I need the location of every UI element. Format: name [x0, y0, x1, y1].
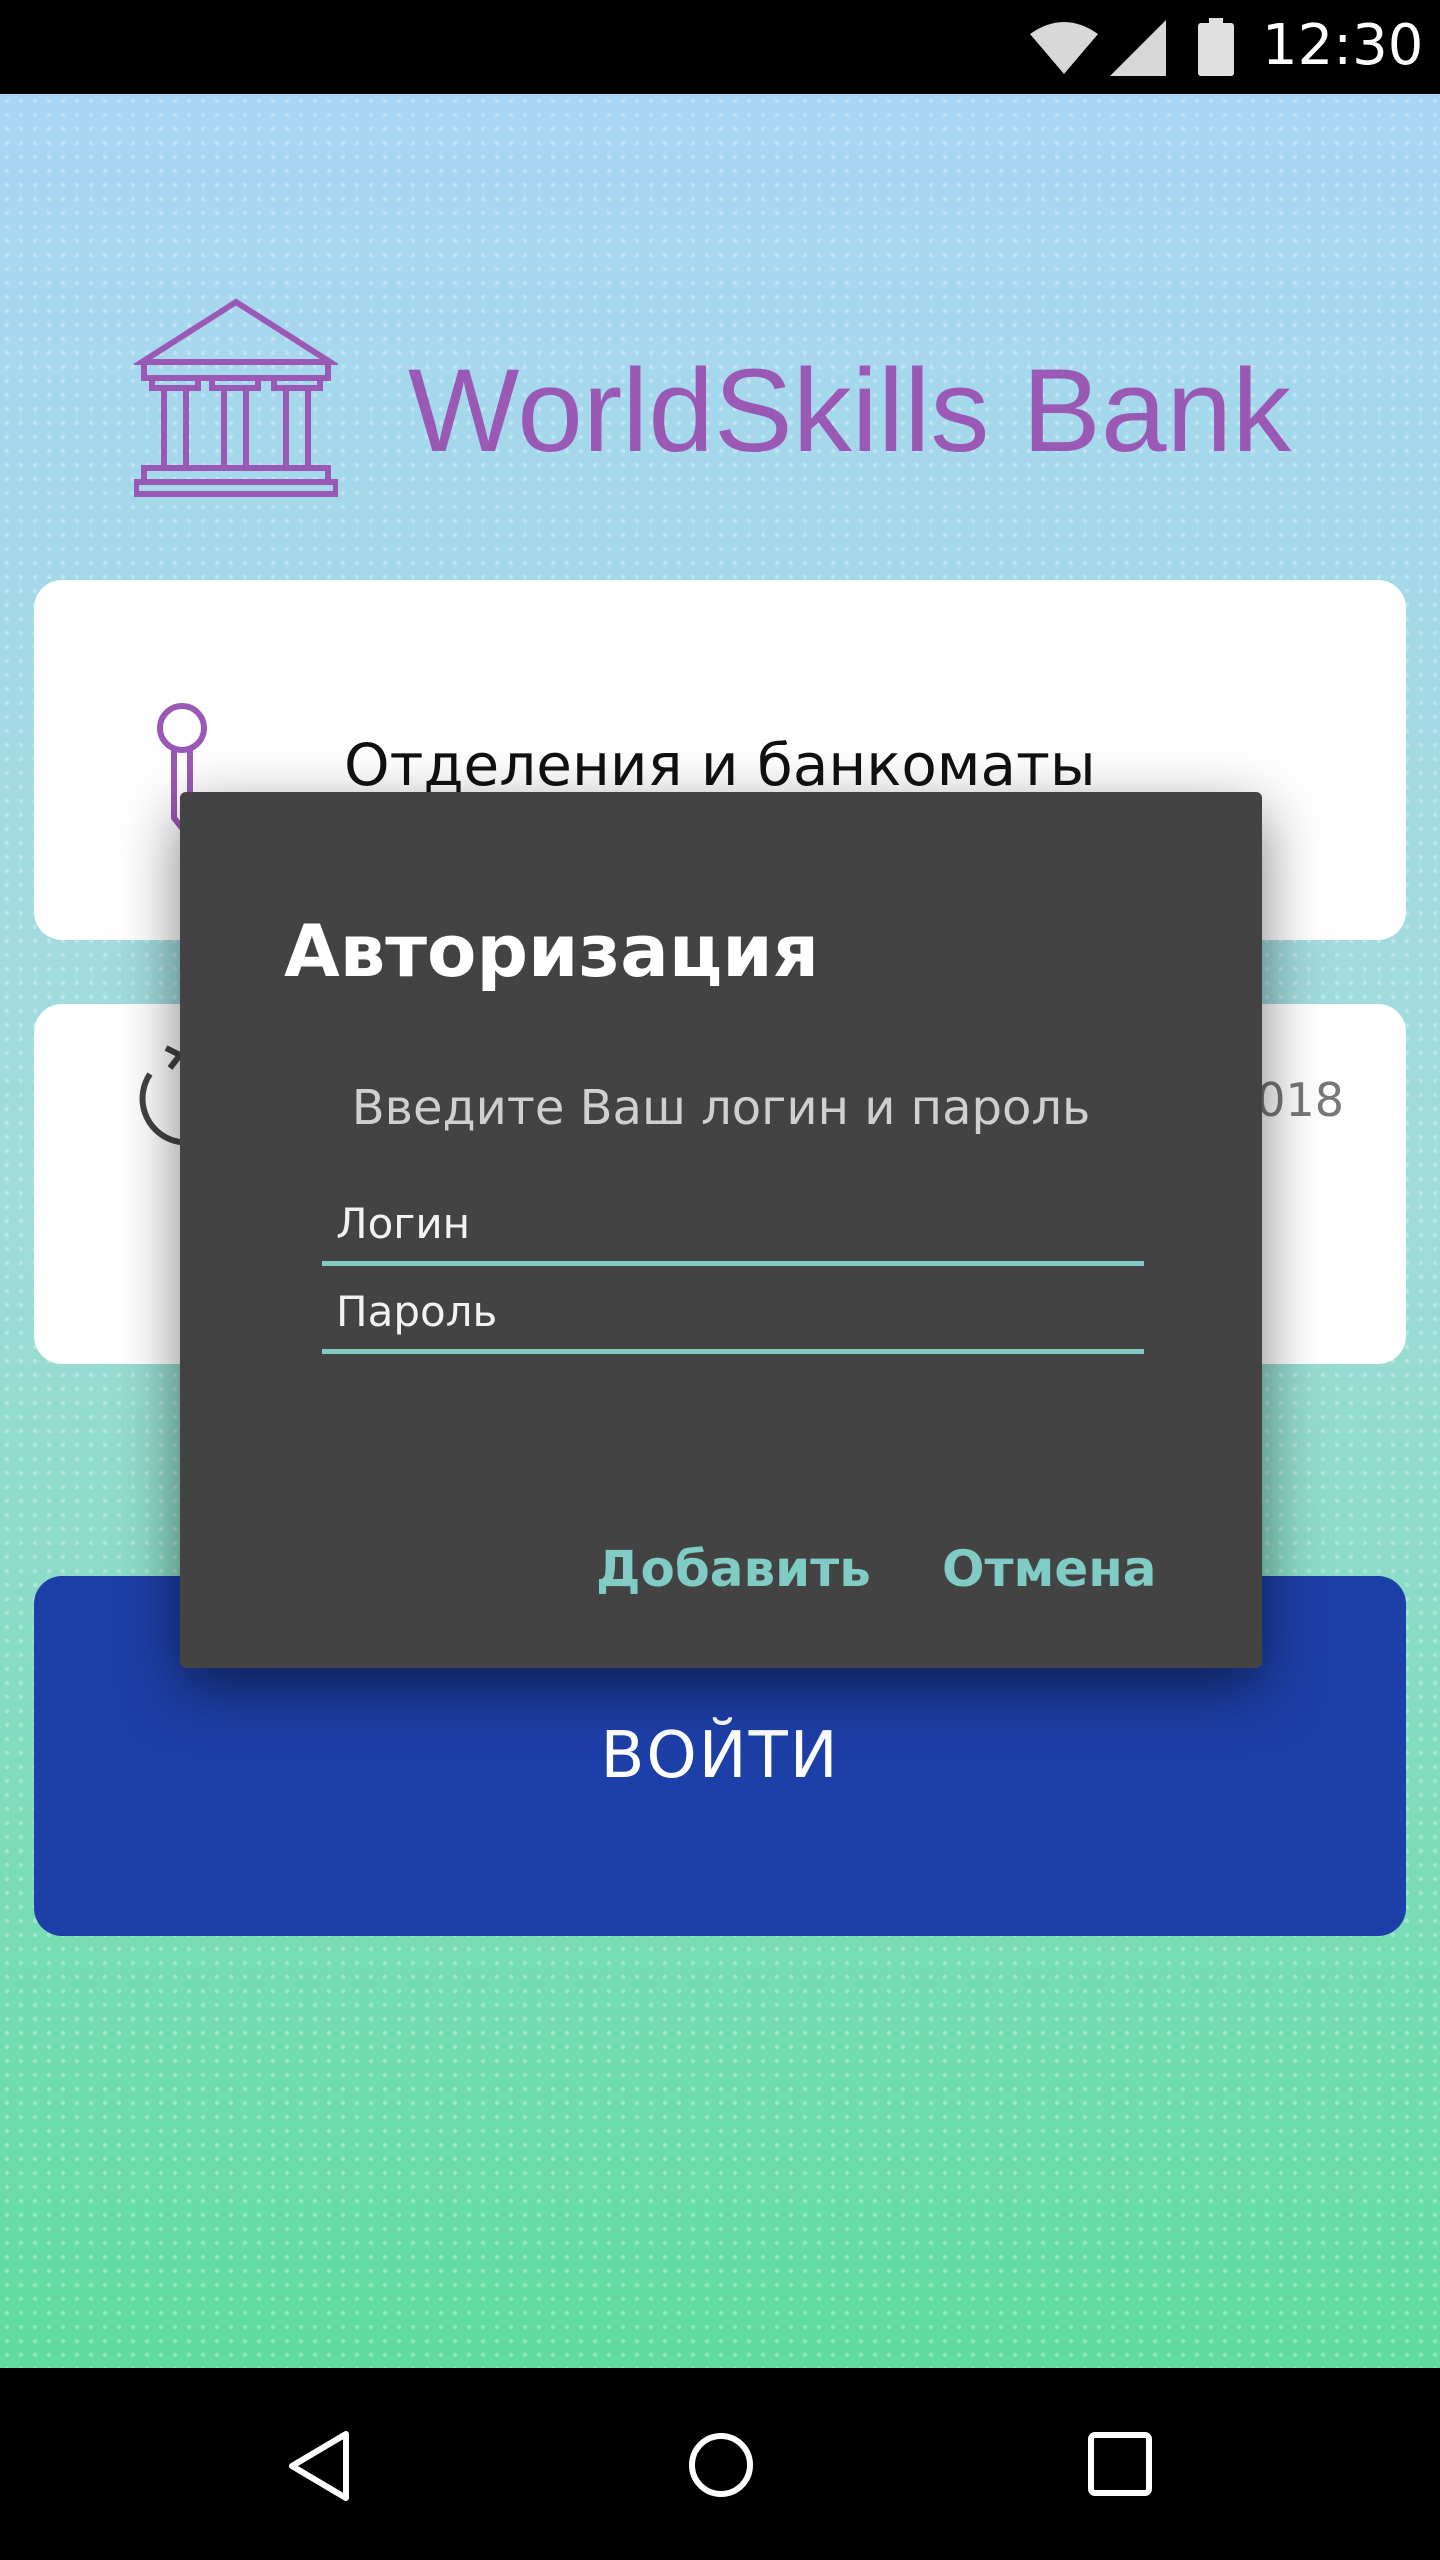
back-icon[interactable] [286, 2430, 352, 2506]
login-input[interactable] [322, 1196, 1144, 1266]
navigation-bar [0, 2368, 1440, 2560]
dialog-title: Авторизация [284, 909, 819, 993]
cancel-button[interactable]: Отмена [942, 1540, 1157, 1598]
password-input[interactable] [322, 1284, 1144, 1354]
home-icon[interactable] [688, 2432, 754, 2502]
authorization-dialog: Авторизация Введите Ваш логин и пароль Д… [180, 792, 1262, 1668]
recents-icon[interactable] [1088, 2432, 1152, 2500]
dialog-message: Введите Ваш логин и пароль [351, 1080, 1091, 1136]
add-button[interactable]: Добавить [596, 1540, 871, 1598]
